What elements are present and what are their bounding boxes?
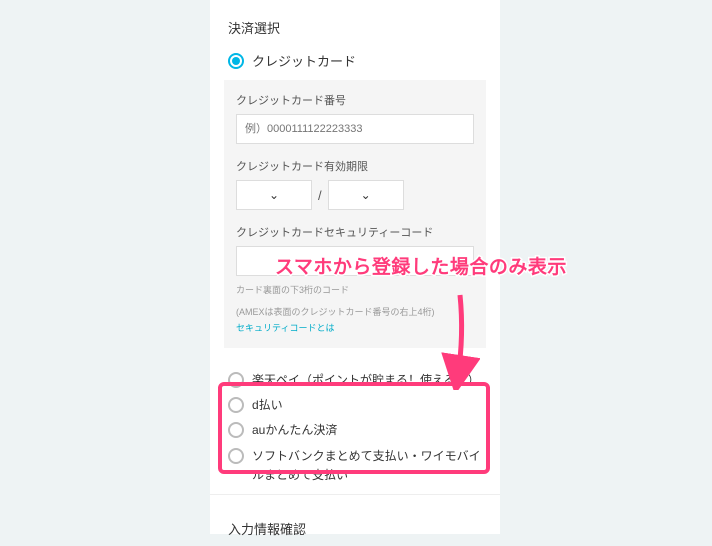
section-title: 決済選択: [210, 0, 500, 47]
cvv-help-link[interactable]: セキュリティコードとは: [236, 321, 474, 334]
credit-card-fields: クレジットカード番号 クレジットカード有効期限 ⌄ / ⌄ クレジットカードセキ…: [224, 80, 486, 348]
payment-option-rakuten[interactable]: 楽天ペイ（ポイントが貯まる！使える！）: [210, 368, 500, 393]
card-number-label: クレジットカード番号: [236, 92, 474, 108]
chevron-down-icon: ⌄: [361, 188, 371, 202]
radio-selected-icon: [228, 53, 244, 69]
rakuten-label: 楽天ペイ（ポイントが貯まる！使える！）: [252, 371, 480, 390]
confirm-section-title: 入力情報確認: [210, 494, 500, 546]
payment-option-d[interactable]: d払い: [210, 393, 500, 418]
cvv-help-text-1: カード裏面の下3桁のコード: [236, 284, 474, 298]
radio-icon: [228, 372, 244, 388]
au-label: auかんたん決済: [252, 421, 337, 440]
cvv-help-text-2: (AMEXは表面のクレジットカード番号の右上4桁): [236, 306, 474, 320]
annotation-text: スマホから登録した場合のみ表示: [275, 252, 567, 279]
payment-option-credit-card[interactable]: クレジットカード: [210, 47, 500, 80]
expiry-month-select[interactable]: ⌄: [236, 180, 312, 210]
chevron-down-icon: ⌄: [269, 188, 279, 202]
radio-icon: [228, 422, 244, 438]
radio-icon: [228, 448, 244, 464]
radio-icon: [228, 397, 244, 413]
payment-option-au[interactable]: auかんたん決済: [210, 418, 500, 443]
expiry-year-select[interactable]: ⌄: [328, 180, 404, 210]
payment-option-softbank[interactable]: ソフトバンクまとめて支払い・ワイモバイルまとめて支払い: [210, 444, 500, 488]
card-number-input[interactable]: [236, 114, 474, 144]
d-label: d払い: [252, 396, 283, 415]
softbank-label: ソフトバンクまとめて支払い・ワイモバイルまとめて支払い: [252, 447, 482, 485]
expiry-separator: /: [318, 188, 322, 203]
card-expiry-label: クレジットカード有効期限: [236, 158, 474, 174]
credit-card-label: クレジットカード: [252, 51, 356, 70]
cvv-label: クレジットカードセキュリティーコード: [236, 224, 474, 240]
